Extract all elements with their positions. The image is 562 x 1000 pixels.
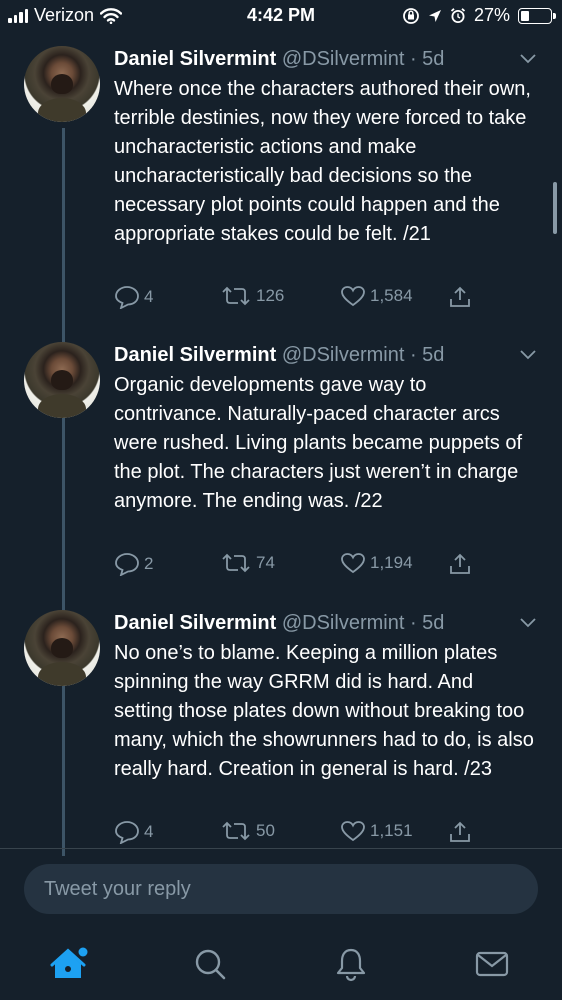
avatar[interactable] [24, 46, 100, 122]
like-count: 1,151 [370, 821, 413, 840]
reply-icon [115, 821, 139, 844]
share-button[interactable] [448, 820, 472, 844]
tweet-text: No one’s to blame. Keeping a million pla… [114, 642, 534, 780]
notifications-icon [336, 948, 366, 982]
tab-search[interactable] [192, 946, 232, 982]
tweet[interactable]: Daniel Silvermint @DSilvermint · 5d Wher… [0, 46, 562, 316]
retweet-count: 126 [256, 286, 285, 305]
tab-messages[interactable] [474, 946, 514, 982]
like-button[interactable]: 1,151 [340, 820, 413, 842]
like-count: 1,584 [370, 286, 413, 305]
chevron-down-icon[interactable] [520, 618, 536, 628]
author-handle: @DSilvermint [281, 48, 405, 70]
retweet-button[interactable]: 126 [220, 285, 284, 307]
author-name[interactable]: Daniel Silvermint [114, 344, 276, 366]
like-button[interactable]: 1,194 [340, 552, 413, 574]
tweet[interactable]: Daniel Silvermint @DSilvermint · 5d No o… [0, 610, 562, 848]
heart-icon [341, 821, 365, 842]
reply-icon [115, 286, 139, 309]
author-handle: @DSilvermint [281, 612, 405, 634]
retweet-count: 50 [256, 821, 275, 840]
retweet-count: 74 [256, 553, 275, 572]
avatar[interactable] [24, 610, 100, 686]
tweet-actions: 4 126 1,584 [114, 285, 494, 311]
retweet-icon [222, 286, 250, 306]
like-button[interactable]: 1,584 [340, 285, 413, 307]
tweet-text: Organic developments gave way to contriv… [114, 374, 523, 512]
chevron-down-icon[interactable] [520, 54, 536, 64]
like-count: 1,194 [370, 553, 413, 572]
battery-icon [518, 7, 556, 24]
reply-button[interactable]: 4 [114, 820, 153, 844]
share-icon [450, 286, 470, 307]
reply-icon [115, 553, 139, 576]
location-icon [428, 9, 441, 22]
tweet-text: Where once the characters authored their… [114, 78, 531, 245]
rotation-lock-icon [403, 7, 419, 24]
heart-icon [341, 553, 365, 574]
reply-count: 4 [144, 287, 154, 306]
home-icon [50, 947, 88, 978]
retweet-button[interactable]: 50 [220, 820, 275, 842]
reply-button[interactable]: 4 [114, 285, 153, 309]
messages-icon [475, 951, 509, 977]
share-icon [450, 553, 470, 574]
heart-icon [341, 286, 365, 307]
tweet-age: · 5d [409, 612, 445, 634]
status-bar: Verizon 4:42 PM 27% [0, 0, 562, 34]
retweet-button[interactable]: 74 [220, 552, 275, 574]
tweet[interactable]: Daniel Silvermint @DSilvermint · 5d Orga… [0, 342, 562, 587]
retweet-icon [222, 553, 250, 573]
chevron-down-icon[interactable] [520, 350, 536, 360]
share-button[interactable] [448, 285, 472, 309]
reply-count: 4 [144, 822, 154, 841]
tweet-age: · 5d [409, 48, 445, 70]
author-name[interactable]: Daniel Silvermint [114, 612, 276, 634]
battery-percent: 27% [473, 5, 510, 25]
reply-button[interactable]: 2 [114, 552, 153, 576]
search-icon [195, 949, 226, 980]
reply-input[interactable]: Tweet your reply [24, 864, 538, 914]
tweet-actions: 4 50 1,151 [114, 820, 494, 846]
tweet-age: · 5d [409, 344, 445, 366]
reply-divider [0, 848, 562, 849]
share-icon [450, 821, 470, 842]
tweet-header: Daniel Silvermint @DSilvermint · 5d [114, 46, 444, 72]
tweet-header: Daniel Silvermint @DSilvermint · 5d [114, 610, 444, 636]
author-name[interactable]: Daniel Silvermint [114, 48, 276, 70]
tweet-header: Daniel Silvermint @DSilvermint · 5d [114, 342, 444, 368]
alarm-icon [450, 8, 466, 23]
tweet-actions: 2 74 1,194 [114, 552, 494, 578]
tab-notifications[interactable] [333, 946, 373, 982]
tab-bar [0, 932, 562, 1000]
share-button[interactable] [448, 552, 472, 576]
retweet-icon [222, 821, 250, 841]
reply-count: 2 [144, 554, 154, 573]
avatar[interactable] [24, 342, 100, 418]
tab-home[interactable] [50, 946, 90, 982]
author-handle: @DSilvermint [281, 344, 405, 366]
